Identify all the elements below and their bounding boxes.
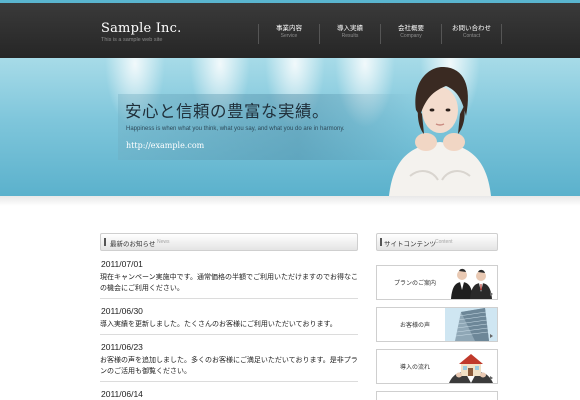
banner-plan[interactable]: プランのご案内: [376, 265, 498, 300]
banner-voice[interactable]: お客様の声: [376, 307, 498, 342]
news-date: 2011/06/23: [101, 342, 143, 352]
news-text[interactable]: 現在キャンペーン実施中です。通常価格の半額でご利用いただけますのでお得なこ の機…: [100, 270, 358, 294]
news-item: 2011/07/01 現在キャンペーン実施中です。通常価格の半額でご利用いただけ…: [100, 258, 358, 299]
nav-sublabel: Service: [280, 33, 298, 39]
news-text-line: の機会にご利用ください。: [100, 284, 184, 292]
news-item: 2011/06/23 お客様の声を追加しました。多くのお客様にご満足いただいてお…: [100, 341, 358, 382]
news-section-header: 最新のお知らせ News: [100, 233, 358, 251]
news-list: 2011/07/01 現在キャンペーン実施中です。通常価格の半額でご利用いただけ…: [100, 258, 358, 400]
nav-sublabel: Results: [341, 33, 359, 39]
global-nav: 事業内容 Service 導入実績 Results 会社概要 Company お…: [258, 24, 502, 44]
news-item: 2011/06/30 導入実績を更新しました。たくさんのお客様にご利用いただいて…: [100, 305, 358, 335]
banner-label: 導入の流れ: [399, 364, 430, 371]
news-date: 2011/07/01: [101, 259, 143, 269]
hero-shadow: [0, 196, 580, 206]
nav-item-company[interactable]: 会社概要 Company: [380, 24, 441, 44]
nav-label: 会社概要: [398, 24, 424, 32]
nav-sublabel: Company: [400, 33, 422, 39]
hero-url: http://example.com: [126, 141, 205, 150]
news-item: 2011/06/14: [100, 388, 358, 400]
news-date: 2011/06/30: [101, 306, 143, 316]
hero-heading: 安心と信頼の豊富な実績。: [125, 102, 329, 121]
nav-label: お問い合わせ: [452, 24, 491, 32]
news-text-line: 現在キャンペーン実施中です。通常価格の半額でご利用いただけますのでお得なこ: [100, 273, 358, 281]
nav-item-contact[interactable]: お問い合わせ Contact: [441, 24, 502, 44]
hero-subheading: Happiness is when what you think, what y…: [126, 126, 345, 132]
news-text-line: ンのご活用も御覧ください。: [100, 367, 191, 375]
sidebar-title-en: Content: [435, 239, 453, 245]
site-tagline: This is a sample web site: [101, 37, 163, 43]
news-date: 2011/06/14: [101, 389, 143, 399]
nav-sublabel: Contact: [462, 33, 481, 39]
arrow-right-icon: [490, 376, 493, 380]
news-section-title-en: News: [157, 239, 170, 245]
hero-model-image: [389, 66, 491, 196]
news-text-line: 導入実績を更新しました。たくさんのお客様にご利用いただいております。: [100, 320, 337, 328]
news-section-title: 最新のお知らせ: [110, 240, 156, 248]
sidebar-title: サイトコンテンツ: [384, 240, 436, 248]
arrow-right-icon: [490, 334, 493, 338]
banner-label: お客様の声: [399, 322, 430, 329]
nav-item-service[interactable]: 事業内容 Service: [258, 24, 319, 44]
site-logo[interactable]: Sample Inc.: [101, 21, 181, 36]
nav-item-results[interactable]: 導入実績 Results: [319, 24, 380, 44]
banner-label: プランのご案内: [393, 280, 436, 287]
news-text[interactable]: 導入実績を更新しました。たくさんのお客様にご利用いただいております。: [100, 317, 358, 330]
banner-partial[interactable]: [376, 391, 498, 400]
news-text[interactable]: お客様の声を追加しました。多くのお客様にご満足いただいております。是非プラ ンの…: [100, 353, 358, 377]
banner-flow[interactable]: 導入の流れ: [376, 349, 498, 384]
arrow-right-icon: [490, 292, 493, 296]
nav-label: 事業内容: [276, 24, 302, 32]
hero-banner: 安心と信頼の豊富な実績。 Happiness is when what you …: [0, 58, 580, 196]
sidebar-header: サイトコンテンツ Content: [376, 233, 498, 251]
site-header: Sample Inc. This is a sample web site 事業…: [0, 0, 580, 58]
news-text-line: お客様の声を追加しました。多くのお客様にご満足いただいております。是非プラ: [100, 356, 358, 364]
nav-label: 導入実績: [337, 24, 363, 32]
